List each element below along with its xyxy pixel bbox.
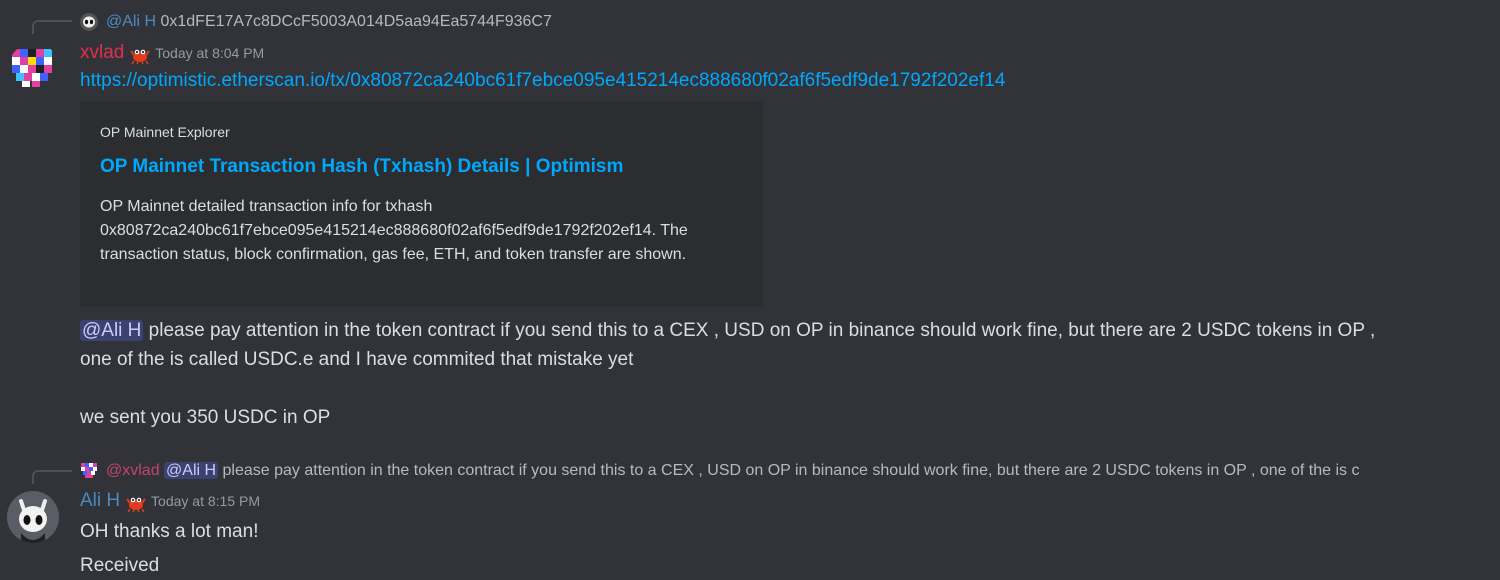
reply-preview[interactable]: @Ali H 0x1dFE17A7c8DCcF5003A014D5aa94Ea5… xyxy=(106,13,552,31)
message-header: xvlad Today at 8:04 PM xyxy=(80,42,264,65)
username-xvlad[interactable]: xvlad xyxy=(80,42,124,63)
mention-ali[interactable]: @Ali H xyxy=(80,320,144,341)
xvlad-mini-avatar-icon[interactable] xyxy=(80,462,98,480)
reply-author[interactable]: @Ali H xyxy=(106,13,156,30)
message-line-2: Received xyxy=(80,555,160,576)
reply-text: please pay attention in the token contra… xyxy=(218,462,1360,479)
embed-description: OP Mainnet detailed transaction info for… xyxy=(100,198,688,263)
message-line-1: @Ali H please pay attention in the token… xyxy=(80,316,1490,345)
message-header: Ali H Today at 8:15 PM xyxy=(80,490,260,513)
reply-preview[interactable]: @xvlad @Ali H please pay attention in th… xyxy=(106,462,1496,480)
red-crab-badge-icon xyxy=(129,43,151,65)
timestamp[interactable]: Today at 8:04 PM xyxy=(155,45,264,61)
username-ali[interactable]: Ali H xyxy=(80,490,120,511)
timestamp[interactable]: Today at 8:15 PM xyxy=(151,493,260,509)
ali-avatar[interactable] xyxy=(7,491,59,543)
ali-mini-avatar-icon[interactable] xyxy=(80,13,98,31)
xvlad-avatar[interactable] xyxy=(8,43,60,95)
message-line-3: we sent you 350 USDC in OP xyxy=(80,407,331,428)
reply-connector xyxy=(32,470,72,484)
reply-mention-ali[interactable]: @Ali H xyxy=(164,462,219,479)
message-text-1: please pay attention in the token contra… xyxy=(143,320,1376,341)
embed-title[interactable]: OP Mainnet Transaction Hash (Txhash) Det… xyxy=(100,156,623,178)
reply-author[interactable]: @xvlad xyxy=(106,462,160,479)
message-line-2: one of the is called USDC.e and I have c… xyxy=(80,349,634,370)
message-line-1: OH thanks a lot man! xyxy=(80,521,259,542)
message-body: @Ali H please pay attention in the token… xyxy=(80,316,1490,432)
link-embed: OP Mainnet Explorer OP Mainnet Transacti… xyxy=(80,101,763,307)
reply-text: 0x1dFE17A7c8DCcF5003A014D5aa94Ea5744F936… xyxy=(160,13,552,30)
message-link-container: https://optimistic.etherscan.io/tx/0x808… xyxy=(80,70,1005,92)
etherscan-link[interactable]: https://optimistic.etherscan.io/tx/0x808… xyxy=(80,70,1005,91)
reply-connector xyxy=(32,20,72,34)
embed-provider[interactable]: OP Mainnet Explorer xyxy=(100,124,230,140)
red-crab-badge-icon xyxy=(125,491,147,513)
